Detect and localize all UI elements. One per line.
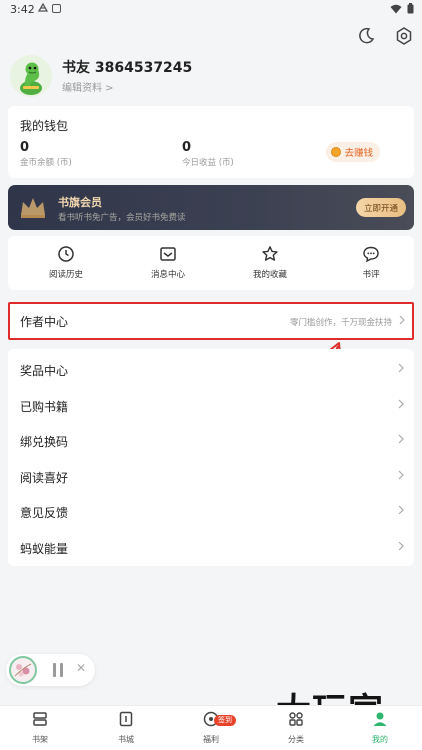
menu-item-label: 蚂蚁能量 (20, 542, 69, 556)
bookshelf-icon (33, 712, 47, 726)
coin-icon (331, 147, 342, 157)
star-icon (262, 246, 278, 261)
coin-balance-value: 0 (20, 140, 30, 155)
chevron-right-icon (398, 434, 404, 444)
chevron-right-icon (398, 470, 404, 480)
username: 书友 3864537245 (62, 60, 193, 76)
chevron-right-icon (398, 399, 404, 409)
battery-icon (407, 3, 414, 14)
menu-item-prize-center[interactable]: 奖品中心 (8, 351, 414, 387)
wallet-title: 我的钱包 (20, 119, 69, 133)
author-center-row[interactable]: 作者中心 零门槛创作，千万现金扶持 (8, 302, 414, 340)
quick-link-label: 我的收藏 (252, 270, 287, 280)
tab-label: 我的 (372, 735, 388, 744)
menu-item-label: 绑兑换码 (20, 435, 69, 449)
vip-title: 书旗会员 (58, 196, 102, 209)
earn-money-label: 去赚钱 (344, 148, 373, 159)
quick-link-label: 消息中心 (150, 270, 185, 280)
tab-label: 书城 (118, 735, 134, 744)
status-bar: 3:42 (0, 0, 422, 20)
quick-link-label: 阅读历史 (48, 270, 83, 280)
close-icon[interactable]: ✕ (76, 661, 86, 675)
tab-welfare[interactable]: 福利 签到 (181, 710, 241, 745)
today-earnings-value: 0 (182, 140, 192, 155)
quick-link-book-review[interactable]: 书评 (331, 245, 411, 280)
avatar[interactable] (10, 55, 52, 97)
tab-label: 书架 (32, 735, 48, 744)
menu-item-ant-energy[interactable]: 蚂蚁能量 (8, 529, 414, 565)
quick-link-label: 书评 (362, 270, 380, 280)
tab-label: 福利 (203, 735, 219, 744)
comment-icon (363, 246, 379, 263)
earn-money-button[interactable]: 去赚钱 (326, 142, 380, 162)
tab-bookstore[interactable]: 书城 (96, 710, 156, 745)
vip-open-button[interactable]: 立即开通 (355, 198, 406, 217)
quick-link-message-center[interactable]: 消息中心 (128, 245, 208, 280)
profile-header[interactable]: 书友 3864537245 编辑资料 > (10, 55, 410, 100)
wifi-icon (390, 4, 402, 13)
menu-item-reading-preference[interactable]: 阅读喜好 (8, 458, 414, 494)
notification-app-icon (38, 3, 48, 12)
settings-icon[interactable] (394, 26, 414, 46)
quick-link-favorites[interactable]: 我的收藏 (230, 245, 310, 280)
message-icon (160, 247, 176, 261)
menu-item-label: 阅读喜好 (20, 471, 69, 485)
menu-list: 奖品中心 已购书籍 绑兑换码 阅读喜好 意见反馈 蚂蚁能量 (8, 349, 414, 566)
menu-item-feedback[interactable]: 意见反馈 (8, 493, 414, 529)
bottom-tab-bar: 书架 书城 福利 签到 分类 我的 (0, 705, 422, 750)
menu-item-label: 意见反馈 (20, 506, 69, 520)
today-earnings-label: 今日收益 (币) (182, 158, 234, 168)
menu-item-purchased-books[interactable]: 已购书籍 (8, 387, 414, 423)
menu-item-label: 已购书籍 (20, 400, 69, 414)
audio-cover-disc[interactable] (9, 656, 37, 684)
coin-balance-label: 金币余额 (币) (20, 158, 72, 168)
crown-icon (21, 198, 45, 218)
status-time: 3:42 (10, 3, 35, 16)
profile-icon (373, 712, 387, 726)
tab-category[interactable]: 分类 (266, 710, 326, 745)
edit-profile-link[interactable]: 编辑资料 > (62, 79, 114, 94)
sign-in-badge: 签到 (214, 715, 236, 726)
tab-bookshelf[interactable]: 书架 (10, 710, 70, 745)
clock-icon (58, 246, 74, 262)
chevron-right-icon (398, 505, 404, 515)
vip-subtitle: 看书听书免广告，会员好书免费读 (58, 213, 186, 223)
author-center-description: 零门槛创作，千万现金扶持 (289, 318, 392, 328)
bookstore-icon (119, 711, 133, 727)
quick-link-reading-history[interactable]: 阅读历史 (26, 245, 106, 280)
author-center-title: 作者中心 (20, 315, 69, 329)
pause-icon[interactable] (53, 663, 63, 677)
status-notification-icons (38, 3, 61, 13)
tab-profile[interactable]: 我的 (350, 710, 410, 745)
chevron-right-icon (398, 541, 404, 551)
dark-mode-icon[interactable] (356, 26, 376, 46)
chevron-right-icon (399, 315, 405, 325)
floating-audio-player[interactable]: ✕ (6, 654, 95, 686)
menu-item-label: 奖品中心 (20, 364, 69, 378)
wallet-card[interactable]: 我的钱包 0 金币余额 (币) 0 今日收益 (币) 去赚钱 (8, 106, 414, 178)
quick-links: 阅读历史 消息中心 我的收藏 书评 (8, 236, 414, 290)
tab-label: 分类 (288, 735, 304, 744)
menu-item-redeem-code[interactable]: 绑兑换码 (8, 422, 414, 458)
category-icon (289, 712, 303, 726)
chevron-right-icon (398, 363, 404, 373)
notification-square-icon (52, 3, 61, 13)
vip-banner[interactable]: 书旗会员 看书听书免广告，会员好书免费读 立即开通 (8, 185, 414, 230)
